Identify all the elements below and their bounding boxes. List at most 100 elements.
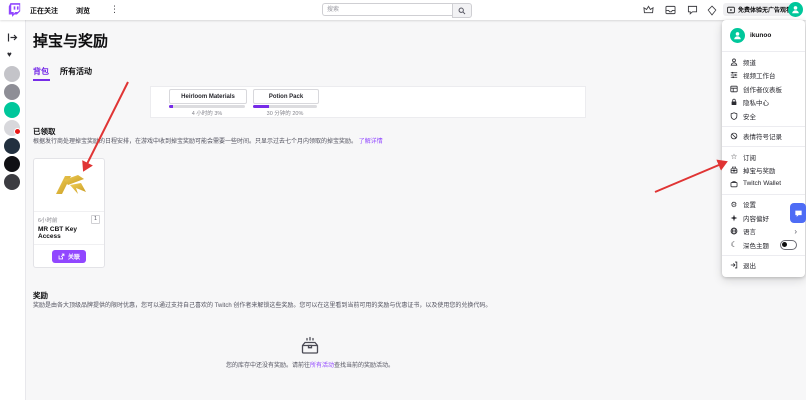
tab-all-campaigns[interactable]: 所有活动 <box>60 66 92 77</box>
turbo-trial-button[interactable]: 免费体验无广告观看 <box>723 3 796 16</box>
search-button[interactable] <box>452 3 472 18</box>
chat-widget-icon <box>794 209 803 218</box>
item-image <box>34 159 104 212</box>
sidebar-channel-avatar[interactable] <box>4 84 20 100</box>
briefcase-icon <box>730 180 738 188</box>
menu-item-drops-rewards[interactable]: 掉宝与奖励 <box>722 164 805 178</box>
rewards-heading: 奖励 <box>33 290 48 301</box>
user-avatar[interactable] <box>788 2 803 17</box>
menu-item-creator-dashboard[interactable]: 创作者仪表板 <box>722 82 805 96</box>
menu-item-label: 视频工作台 <box>743 70 776 80</box>
sidebar-channel-avatar[interactable] <box>4 66 20 82</box>
sidebar-channel-avatar[interactable] <box>4 120 20 136</box>
claimed-item-card[interactable]: 6小时前 1 MR CBT Key Access 关联 <box>33 158 105 268</box>
menu-item-wallet[interactable]: Twitch Wallet <box>722 177 805 191</box>
chest-icon <box>730 166 738 174</box>
menu-item-privacy-center[interactable]: 隐私中心 <box>722 96 805 110</box>
sidebar-channel-avatar[interactable] <box>4 156 20 172</box>
dashboard-icon <box>730 85 738 93</box>
page-title: 掉宝与奖励 <box>33 30 108 51</box>
menu-item-label: 订阅 <box>743 152 756 162</box>
lock-icon <box>730 98 738 106</box>
chevron-right-icon: › <box>794 227 797 236</box>
menu-item-label: Twitch Wallet <box>743 180 781 187</box>
search-input[interactable] <box>322 3 452 16</box>
drops-progress-panel: Heirloom Materials 4 小时的 3% Potion Pack … <box>150 86 586 118</box>
annotation-arrow-right <box>655 162 726 192</box>
drop-progress-fill <box>169 105 173 108</box>
shield-icon <box>730 112 738 120</box>
drop-campaign-chip[interactable]: Heirloom Materials <box>169 89 247 104</box>
drop-progress-bar <box>253 105 317 108</box>
person-icon <box>730 58 738 66</box>
bits-icon[interactable] <box>706 4 718 16</box>
twitch-logo-icon[interactable] <box>8 3 21 17</box>
gold-game-logo-icon <box>48 172 90 198</box>
more-menu-icon[interactable]: ⋮ <box>110 4 119 15</box>
menu-item-label: 深色主题 <box>743 240 769 250</box>
logout-icon <box>730 261 738 269</box>
item-count-badge: 1 <box>91 215 100 224</box>
empty-text-after: 查找当前的奖励活动。 <box>334 363 394 369</box>
browser-edge-widget[interactable] <box>790 203 806 223</box>
menu-item-label: 内容偏好 <box>743 213 769 223</box>
item-meta-row: 6小时前 1 <box>34 212 104 224</box>
claimed-description-text: 根据发行商处理掉宝奖励的日程安排，在游戏中收到掉宝奖励可能会需要一些时间。只显示… <box>33 139 357 145</box>
heart-icon: ♥ <box>7 50 18 61</box>
sidebar-channel-avatar[interactable] <box>4 102 20 118</box>
all-campaigns-link[interactable]: 所有活动 <box>310 363 334 369</box>
menu-item-security[interactable]: 安全 <box>722 109 805 123</box>
block-icon <box>730 132 738 140</box>
menu-item-language[interactable]: 语言 › <box>722 225 805 239</box>
inbox-icon[interactable] <box>664 4 676 16</box>
gear-icon: ⚙ <box>730 200 738 209</box>
person-icon <box>791 5 800 14</box>
top-navbar: 正在关注 浏览 ⋮ 免费体验无广告观看 <box>0 0 806 20</box>
sliders-icon <box>730 71 738 79</box>
sidebar-channel-avatar[interactable] <box>4 138 20 154</box>
menu-item-label: 表情符号记录 <box>743 131 782 141</box>
menu-item-label: 设置 <box>743 199 756 209</box>
menu-item-channel[interactable]: 频道 <box>722 55 805 69</box>
divider <box>722 194 805 195</box>
menu-item-studio[interactable]: 视频工作台 <box>722 69 805 83</box>
menu-item-label: 掉宝与奖励 <box>743 165 776 175</box>
menu-item-dark-theme[interactable]: ☾ 深色主题 <box>722 238 805 252</box>
nav-browse[interactable]: 浏览 <box>76 6 90 16</box>
claimed-heading: 已领取 <box>33 126 56 137</box>
menu-item-label: 频道 <box>743 57 756 67</box>
menu-item-label: 创作者仪表板 <box>743 84 782 94</box>
expand-sidebar-icon[interactable] <box>7 32 18 43</box>
play-video-icon <box>727 6 735 14</box>
learn-more-link[interactable]: 了解详情 <box>359 139 383 145</box>
empty-state-text: 您的库存中还没有奖励。请前往所有活动查找当前的奖励活动。 <box>110 360 510 369</box>
sidebar-channel-avatar[interactable] <box>4 174 20 190</box>
search-icon <box>458 7 466 15</box>
turbo-trial-label: 免费体验无广告观看 <box>738 5 792 14</box>
menu-item-label: 退出 <box>743 260 756 270</box>
active-tab-underline <box>33 79 50 81</box>
drop-campaign-chip[interactable]: Potion Pack <box>253 89 319 104</box>
search-bar <box>322 3 472 16</box>
tab-inventory[interactable]: 背包 <box>33 66 49 77</box>
menu-user-header[interactable]: ikunoo <box>722 25 805 48</box>
rewards-empty-state: 您的库存中还没有奖励。请前往所有活动查找当前的奖励活动。 <box>110 336 510 369</box>
drop-progress-caption: 30 分钟的 20% <box>253 109 317 117</box>
menu-item-label: 语言 <box>743 226 756 236</box>
nav-following[interactable]: 正在关注 <box>30 6 58 16</box>
crown-icon[interactable] <box>642 4 654 16</box>
divider <box>722 255 805 256</box>
left-sidebar: ♥ <box>0 20 26 400</box>
annotation-arrow-left <box>84 82 128 170</box>
divider <box>722 51 805 52</box>
live-indicator <box>14 128 21 135</box>
connect-button[interactable]: 关联 <box>52 250 86 263</box>
menu-item-logout[interactable]: 退出 <box>722 259 805 273</box>
toggle-knob <box>782 242 787 247</box>
moon-icon: ☾ <box>730 240 738 249</box>
item-claimed-time: 6小时前 <box>38 216 58 224</box>
whispers-icon[interactable] <box>686 4 698 16</box>
dark-theme-toggle[interactable] <box>780 240 797 250</box>
menu-item-emote-history[interactable]: 表情符号记录 <box>722 130 805 144</box>
menu-item-subscriptions[interactable]: ☆ 订阅 <box>722 150 805 164</box>
